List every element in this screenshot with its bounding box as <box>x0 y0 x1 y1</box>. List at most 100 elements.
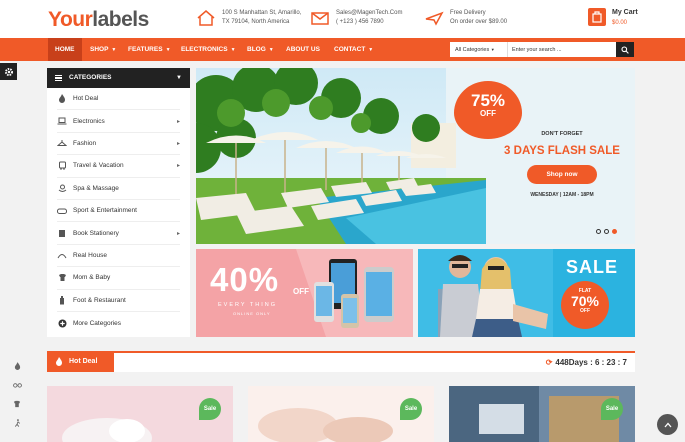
nav-blog[interactable]: Blog ▼ <box>240 38 281 61</box>
nav-label: About Us <box>286 46 320 53</box>
chevron-right-icon: ▸ <box>176 230 180 237</box>
settings-toggle[interactable] <box>0 63 17 80</box>
cart-total: $0.00 <box>612 20 628 26</box>
banner1-every: EVERY THING <box>218 302 277 308</box>
walking-icon[interactable] <box>8 413 26 432</box>
search-category-value: All Categories <box>455 47 490 53</box>
banner1-off: OFF <box>293 287 309 296</box>
cup-icon <box>57 295 67 305</box>
category-label: Electronics <box>73 117 105 125</box>
logo-part-labels: labels <box>92 8 149 31</box>
back-to-top-button[interactable] <box>657 414 678 435</box>
logo-part-your: Your <box>48 8 93 31</box>
category-item-fashion[interactable]: Fashion ▸ <box>57 133 180 156</box>
search-bar: All Categories ▼ <box>450 42 634 57</box>
chevron-down-icon: ▼ <box>111 47 117 53</box>
flame-icon <box>56 357 62 366</box>
search-button[interactable] <box>616 42 634 57</box>
sale-badge: Sale <box>601 398 623 420</box>
address-info: 100 S Manhattan St, Amarillo, TX 79104, N… <box>196 9 301 27</box>
flower-icon <box>57 184 67 193</box>
nav-electronics[interactable]: Electronics ▼ <box>174 38 243 61</box>
nav-contact[interactable]: Contact ▼ <box>327 38 380 61</box>
banner1-percent: 40% <box>210 261 280 298</box>
category-item-hot-deal[interactable]: Hot Deal <box>57 88 180 111</box>
category-item-more[interactable]: More Categories <box>57 312 180 334</box>
chevron-down-icon: ▼ <box>490 47 495 52</box>
product-card[interactable]: Sale <box>47 386 233 442</box>
nav-features[interactable]: Features ▼ <box>121 38 178 61</box>
slider-headline: 3 DAYS FLASH SALE <box>504 145 620 157</box>
nav-about-us[interactable]: About Us <box>279 38 327 61</box>
clock-icon: ⟳ <box>545 358 553 367</box>
contact-info: Sales@MagenTech.Com( +123 ) 456 7890 <box>310 9 402 27</box>
search-input[interactable] <box>508 42 616 57</box>
countdown: ⟳ 448Days : 6 : 23 : 7 <box>546 353 627 372</box>
product-card[interactable]: Sale <box>248 386 434 442</box>
plus-circle-icon <box>57 319 67 328</box>
category-label: Travel & Vacation <box>73 162 124 170</box>
gear-icon <box>4 67 13 76</box>
category-label: Foot & Restaurant <box>73 296 126 304</box>
banner2-sale: SALE <box>566 257 619 277</box>
categories-header[interactable]: CATEGORIES ▼ <box>47 68 190 88</box>
shirt-icon[interactable] <box>8 394 26 413</box>
banner-40-off[interactable]: 40% OFF EVERY THING ONLINE ONLY <box>196 249 413 337</box>
categories-menu: CATEGORIES ▼ Hot Deal Electronics ▸ Fashi… <box>47 68 190 337</box>
slider-dot[interactable] <box>596 229 601 234</box>
slider-time: WENESDAY | 12AM - 18PM <box>530 192 594 198</box>
cart-widget[interactable]: My Cart $0.00 <box>588 8 638 28</box>
book-icon <box>57 229 67 238</box>
email-link[interactable]: Sales@MagenTech.Com <box>336 9 402 18</box>
flame-icon[interactable] <box>8 356 26 375</box>
category-item-spa[interactable]: Spa & Massage <box>57 178 180 200</box>
banner2-percent: 70% <box>570 293 600 309</box>
shop-now-button[interactable]: Shop now <box>527 165 597 184</box>
slider-dont-forget: DON'T FORGET <box>541 131 583 137</box>
chevron-down-icon: ▼ <box>230 47 236 53</box>
category-item-electronics[interactable]: Electronics ▸ <box>57 110 180 133</box>
nav-label: Blog <box>247 46 266 53</box>
nav-label: Home <box>55 46 75 53</box>
hot-deal-tab[interactable]: Hot Deal <box>47 351 114 372</box>
menu-icon <box>55 75 62 81</box>
search-category-select[interactable]: All Categories ▼ <box>450 42 508 57</box>
hanger-icon <box>57 139 67 148</box>
nav-home[interactable]: Home <box>48 38 82 61</box>
category-item-sport[interactable]: Sport & Entertainment <box>57 200 180 223</box>
flame-icon <box>57 94 67 104</box>
categories-title: CATEGORIES <box>69 74 112 81</box>
banner2-badge: FLAT 70% OFF <box>561 281 609 329</box>
category-label: Hot Deal <box>73 95 99 103</box>
category-item-foot-restaurant[interactable]: Foot & Restaurant <box>57 290 180 312</box>
chevron-down-icon: ▼ <box>176 75 182 81</box>
nav-shop[interactable]: Shop ▼ <box>83 38 123 61</box>
slider-dot[interactable] <box>604 229 609 234</box>
shirt-icon <box>57 273 67 282</box>
sale-badge: Sale <box>400 398 422 420</box>
category-item-mom-baby[interactable]: Mom & Baby <box>57 267 180 290</box>
product-card[interactable]: Sale <box>449 386 635 442</box>
badge-off: OFF <box>480 109 496 118</box>
nav-label: Shop <box>90 46 109 53</box>
home-icon <box>197 10 215 26</box>
site-header: Yourlabels 100 S Manhattan St, Amarillo,… <box>0 0 685 38</box>
laptop-icon <box>57 117 67 126</box>
category-label: Spa & Massage <box>73 184 119 192</box>
delivery-info: Free Delivery On order over $89.00 <box>424 9 507 27</box>
slider-dot-active[interactable] <box>612 229 617 234</box>
category-item-travel[interactable]: Travel & Vacation ▸ <box>57 155 180 178</box>
countdown-value: 448Days : 6 : 23 : 7 <box>555 358 627 367</box>
bicycle-icon[interactable] <box>8 375 26 394</box>
nav-label: Electronics <box>181 46 228 53</box>
category-item-book[interactable]: Book Stationery ▸ <box>57 222 180 245</box>
logo[interactable]: Yourlabels <box>48 8 149 32</box>
banner-70-off[interactable]: SALE FLAT 70% OFF <box>418 249 635 337</box>
category-label: Real House <box>73 251 107 259</box>
badge-percent: 75% <box>470 91 506 110</box>
house-icon <box>57 251 67 260</box>
category-item-real-house[interactable]: Real House <box>57 245 180 268</box>
search-icon <box>621 45 629 54</box>
chevron-right-icon: ▸ <box>176 163 180 170</box>
address-line1: 100 S Manhattan St, Amarillo, <box>222 10 302 16</box>
